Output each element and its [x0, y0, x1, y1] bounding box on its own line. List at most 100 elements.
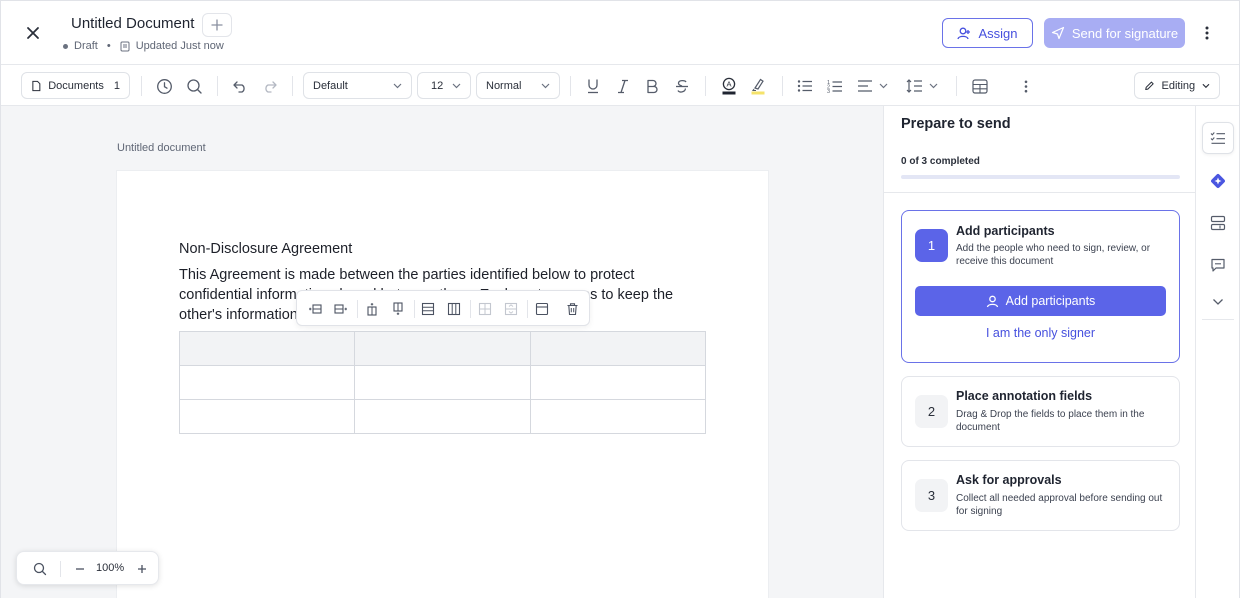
- table-cell[interactable]: [529, 331, 707, 366]
- strikethrough-icon[interactable]: [671, 75, 693, 97]
- checklist-icon[interactable]: [1202, 122, 1234, 154]
- font-size-select[interactable]: 12: [417, 72, 471, 99]
- document-canvas[interactable]: Untitled document Non-Disclosure Agreeme…: [1, 106, 883, 598]
- updated-label: Updated Just now: [135, 40, 224, 52]
- ai-assistant-icon[interactable]: [1202, 165, 1234, 197]
- step-title: Add participants: [956, 224, 1055, 238]
- close-icon[interactable]: [21, 21, 45, 45]
- formatting-toolbar: Documents 1 Default 12 Normal A 1 2 3 Ed…: [1, 66, 1239, 106]
- underline-icon[interactable]: [582, 75, 604, 97]
- text-color-icon[interactable]: A: [718, 75, 740, 97]
- bulleted-list-icon[interactable]: [794, 75, 816, 97]
- font-size-value: 12: [431, 79, 444, 92]
- italic-icon[interactable]: [612, 75, 634, 97]
- step-card-approvals[interactable]: 3 Ask for approvals Collect all needed a…: [901, 460, 1180, 531]
- zoom-search-icon[interactable]: [31, 560, 49, 578]
- step-description: Add the people who need to sign, review,…: [956, 243, 1151, 267]
- step-card-place-fields[interactable]: 2 Place annotation fields Drag & Drop th…: [901, 376, 1180, 447]
- assign-button[interactable]: Assign: [942, 18, 1033, 48]
- highlight-color-icon[interactable]: [747, 75, 769, 97]
- table-cell[interactable]: [354, 331, 531, 366]
- document-table[interactable]: [178, 331, 707, 434]
- comments-icon[interactable]: [1202, 249, 1234, 281]
- table-cell[interactable]: [354, 399, 531, 434]
- zoom-controls: 100%: [16, 551, 159, 585]
- fields-icon[interactable]: [1202, 207, 1234, 239]
- status-label: Draft: [74, 40, 98, 52]
- zoom-out-icon[interactable]: [71, 560, 89, 578]
- align-dropdown-icon[interactable]: [855, 75, 891, 97]
- more-tools-icon[interactable]: [1015, 75, 1037, 97]
- insert-column-right-icon[interactable]: [389, 300, 407, 318]
- delete-column-icon[interactable]: [445, 300, 463, 318]
- documents-label: Documents: [48, 79, 104, 92]
- font-family-value: Default: [313, 79, 348, 92]
- mode-label: Editing: [1161, 79, 1196, 92]
- add-participants-label: Add participants: [1005, 294, 1096, 308]
- document-name-label: Untitled document: [117, 142, 206, 154]
- document-page[interactable]: Non-Disclosure Agreement This Agreement …: [117, 171, 768, 598]
- history-icon[interactable]: [153, 75, 175, 97]
- documents-button[interactable]: Documents 1: [21, 72, 130, 99]
- table-row: [178, 331, 707, 366]
- right-rail: [1195, 106, 1239, 598]
- merge-cells-icon[interactable]: [476, 300, 494, 318]
- table-cell[interactable]: [178, 365, 356, 400]
- split-cells-icon[interactable]: [502, 300, 520, 318]
- table-icon[interactable]: [969, 75, 991, 97]
- assign-label: Assign: [978, 25, 1018, 41]
- top-bar: Untitled Document Draft • Updated Just n…: [1, 1, 1239, 65]
- delete-row-icon[interactable]: [419, 300, 437, 318]
- insert-row-above-icon[interactable]: [306, 300, 324, 318]
- font-family-select[interactable]: Default: [303, 72, 412, 99]
- document-icon: [32, 80, 41, 91]
- documents-count: 1: [113, 79, 120, 92]
- table-row: [178, 365, 707, 400]
- add-document-button[interactable]: [202, 13, 232, 37]
- step-number: 2: [915, 395, 948, 428]
- panel-title: Prepare to send: [901, 116, 1011, 132]
- zoom-level: 100%: [96, 562, 125, 574]
- add-user-icon: [957, 27, 971, 39]
- only-signer-link[interactable]: I am the only signer: [902, 326, 1179, 340]
- toggle-header-row-icon[interactable]: [533, 300, 551, 318]
- paragraph-style-select[interactable]: Normal: [476, 72, 560, 99]
- svg-text:A: A: [726, 80, 731, 89]
- send-icon: [1051, 26, 1064, 40]
- send-label: Send for signature: [1071, 25, 1179, 41]
- collapse-chevron-icon[interactable]: [1202, 286, 1234, 318]
- table-cell[interactable]: [354, 365, 531, 400]
- redo-icon[interactable]: [259, 75, 281, 97]
- step-card-add-participants[interactable]: 1 Add participants Add the people who ne…: [901, 210, 1180, 363]
- progress-bar: [901, 175, 1180, 179]
- numbered-list-icon[interactable]: 123: [824, 75, 846, 97]
- mode-select[interactable]: Editing: [1134, 72, 1220, 99]
- send-for-signature-button[interactable]: Send for signature: [1044, 18, 1185, 48]
- insert-column-left-icon[interactable]: [363, 300, 381, 318]
- more-options-icon[interactable]: [1197, 21, 1217, 45]
- table-cell[interactable]: [178, 331, 356, 366]
- document-heading[interactable]: Non-Disclosure Agreement: [179, 241, 352, 257]
- table-cell[interactable]: [529, 365, 707, 400]
- status-dot-icon: [63, 43, 68, 49]
- document-meta: Draft • Updated Just now: [63, 40, 224, 52]
- table-cell[interactable]: [529, 399, 707, 434]
- add-participants-button[interactable]: Add participants: [915, 286, 1166, 316]
- zoom-in-icon[interactable]: [133, 560, 151, 578]
- bold-icon[interactable]: [641, 75, 663, 97]
- chevron-down-icon: [452, 83, 461, 88]
- delete-table-icon[interactable]: [563, 300, 581, 318]
- line-spacing-dropdown-icon[interactable]: [905, 75, 941, 97]
- user-icon: [986, 295, 998, 307]
- step-description: Drag & Drop the fields to place them in …: [956, 409, 1145, 433]
- insert-row-below-icon[interactable]: [332, 300, 350, 318]
- table-row: [178, 399, 707, 434]
- search-icon[interactable]: [183, 75, 205, 97]
- paragraph-style-value: Normal: [486, 79, 522, 92]
- step-number: 1: [915, 229, 948, 262]
- table-cell[interactable]: [178, 399, 356, 434]
- document-title[interactable]: Untitled Document: [71, 15, 194, 32]
- prepare-panel: Prepare to send 0 of 3 completed 1 Add p…: [883, 106, 1195, 598]
- undo-icon[interactable]: [229, 75, 251, 97]
- step-title: Place annotation fields: [956, 389, 1093, 403]
